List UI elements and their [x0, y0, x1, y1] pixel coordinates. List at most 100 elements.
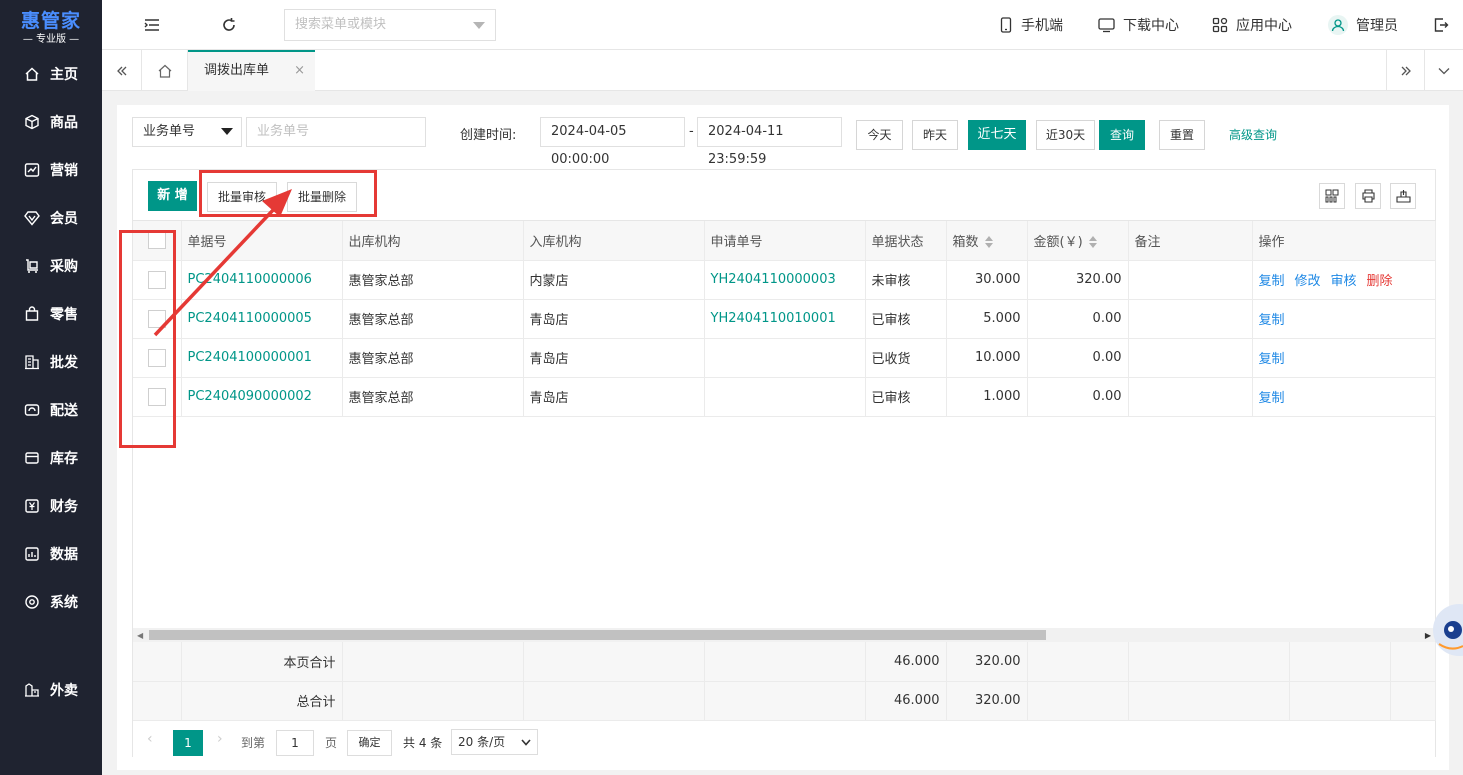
ops-cell: 复制 修改 审核 删除 — [1251, 260, 1436, 300]
sidebar-item-products[interactable]: 商品 — [0, 98, 102, 146]
chevron-down-icon — [473, 22, 485, 29]
page-total-row: 本页合计 46.000 320.00 — [133, 642, 1436, 682]
page-size-select[interactable]: 20 条/页 — [451, 729, 538, 755]
mobile-link[interactable]: 手机端 — [999, 0, 1063, 50]
last-30-days-button[interactable]: 近30天 — [1036, 120, 1095, 150]
header-boxes: 箱数 — [952, 234, 979, 250]
logo[interactable]: 惠管家 — 专业版 — — [0, 0, 102, 48]
sort-icon[interactable] — [984, 236, 993, 249]
columns-icon[interactable] — [1319, 183, 1345, 209]
tab-bar: 调拨出库单 × — [102, 50, 1463, 91]
monitor-icon — [1098, 18, 1115, 33]
export-icon[interactable] — [1390, 183, 1416, 209]
sidebar-item-label: 零售 — [50, 307, 78, 323]
phone-icon — [1000, 17, 1012, 33]
sidebar-item-members[interactable]: 会员 — [0, 194, 102, 242]
boxes-cell: 10.000 — [946, 338, 1028, 378]
table-row[interactable]: PC2404110000006 惠管家总部 内蒙店 YH240411000000… — [133, 260, 1436, 300]
grand-total-amount: 320.00 — [946, 681, 1028, 721]
date-to-input[interactable]: 2024-04-11 23:59:59 — [697, 117, 842, 167]
app-center-link[interactable]: 应用中心 — [1212, 0, 1292, 50]
apply-no-link[interactable]: YH2404110000003 — [704, 260, 866, 300]
sidebar-item-takeout[interactable]: 外卖 — [0, 666, 102, 714]
sort-icon[interactable] — [1088, 236, 1097, 249]
delete-link[interactable]: 删除 — [1367, 274, 1393, 289]
header-no[interactable]: 单据号 — [181, 221, 343, 261]
copy-link[interactable]: 复制 — [1259, 313, 1285, 328]
sidebar-item-finance[interactable]: 财务 — [0, 482, 102, 530]
apply-no-link[interactable] — [704, 338, 866, 378]
order-number-input[interactable]: 业务单号 — [246, 117, 426, 147]
sidebar-item-retail[interactable]: 零售 — [0, 290, 102, 338]
header-status[interactable]: 单据状态 — [865, 221, 947, 261]
header-boxes-cell[interactable]: 箱数 — [946, 221, 1028, 261]
header-remark[interactable]: 备注 — [1128, 221, 1253, 261]
order-no-link[interactable]: PC2404110000005 — [181, 299, 343, 339]
apply-no-link[interactable] — [704, 377, 866, 417]
reset-button[interactable]: 重置 — [1159, 120, 1205, 150]
copy-link[interactable]: 复制 — [1259, 274, 1285, 289]
table-row[interactable]: PC2404100000001 惠管家总部 青岛店 已收货 10.000 0.0… — [133, 338, 1436, 378]
download-center-link[interactable]: 下载中心 — [1098, 0, 1179, 50]
menu-search-select[interactable]: 搜索菜单或模块 — [284, 9, 496, 41]
chevron-down-icon — [221, 128, 233, 135]
amount-cell: 0.00 — [1027, 377, 1129, 417]
tab-transfer-out[interactable]: 调拨出库单 × — [188, 50, 315, 91]
next-page-icon[interactable]: › — [217, 731, 223, 747]
refresh-icon[interactable] — [219, 15, 239, 35]
order-no-link[interactable]: PC2404090000002 — [181, 377, 343, 417]
remark-cell — [1128, 299, 1253, 339]
sidebar-item-inventory[interactable]: 库存 — [0, 434, 102, 482]
scroll-left-icon[interactable]: ◀ — [137, 631, 143, 640]
header-amount-cell[interactable]: 金额(￥) — [1027, 221, 1129, 261]
header-apply-no[interactable]: 申请单号 — [704, 221, 866, 261]
tabs-scroll-left-icon[interactable] — [102, 50, 142, 91]
remark-cell — [1128, 338, 1253, 378]
copy-link[interactable]: 复制 — [1259, 352, 1285, 367]
edit-link[interactable]: 修改 — [1295, 274, 1321, 289]
copy-link[interactable]: 复制 — [1259, 391, 1285, 406]
advanced-query-link[interactable]: 高级查询 — [1229, 126, 1277, 143]
logout-icon[interactable] — [1432, 16, 1450, 34]
menu-collapse-icon[interactable] — [142, 15, 162, 35]
home-tab-icon[interactable] — [142, 50, 188, 91]
table-row[interactable]: PC2404090000002 惠管家总部 青岛店 已审核 1.000 0.00… — [133, 377, 1436, 417]
assistant-float-icon[interactable] — [1431, 600, 1463, 660]
page-number-input[interactable]: 1 — [276, 730, 314, 756]
horizontal-scrollbar[interactable]: ◀ ▶ — [133, 628, 1435, 642]
goto-confirm-button[interactable]: 确定 — [347, 730, 392, 756]
audit-link[interactable]: 审核 — [1331, 274, 1357, 289]
logo-title: 惠管家 — [20, 10, 81, 32]
tabs-dropdown-icon[interactable] — [1424, 50, 1463, 91]
sidebar-item-system[interactable]: 系统 — [0, 578, 102, 626]
order-no-link[interactable]: PC2404100000001 — [181, 338, 343, 378]
scroll-thumb[interactable] — [149, 630, 1046, 640]
today-button[interactable]: 今天 — [856, 120, 903, 150]
apply-no-link[interactable]: YH2404110010001 — [704, 299, 866, 339]
order-no-link[interactable]: PC2404110000006 — [181, 260, 343, 300]
date-from-input[interactable]: 2024-04-05 00:00:00 — [540, 117, 685, 167]
table-row[interactable]: PC2404110000005 惠管家总部 青岛店 YH240411001000… — [133, 299, 1436, 339]
last-7-days-button[interactable]: 近七天 — [968, 120, 1026, 150]
sidebar-item-data[interactable]: 数据 — [0, 530, 102, 578]
search-type-select[interactable]: 业务单号 — [132, 117, 242, 147]
tabs-scroll-right-icon[interactable] — [1386, 50, 1424, 91]
query-button[interactable]: 查询 — [1099, 120, 1145, 150]
close-icon[interactable]: × — [294, 52, 305, 90]
yesterday-button[interactable]: 昨天 — [912, 120, 958, 150]
header-in-org[interactable]: 入库机构 — [523, 221, 705, 261]
page-1-button[interactable]: 1 — [173, 730, 203, 756]
data-table: 单据号 出库机构 入库机构 申请单号 单据状态 箱数 金额(￥) 备注 操作 P… — [133, 221, 1436, 417]
print-icon[interactable] — [1355, 183, 1381, 209]
header-out-org[interactable]: 出库机构 — [342, 221, 524, 261]
sidebar-item-purchase[interactable]: 采购 — [0, 242, 102, 290]
sidebar-item-label: 营销 — [50, 163, 78, 179]
user-menu[interactable]: 管理员 — [1328, 0, 1398, 50]
sidebar-item-marketing[interactable]: 营销 — [0, 146, 102, 194]
goto-label: 到第 — [241, 736, 266, 750]
add-button[interactable]: 新 增 — [148, 181, 197, 211]
sidebar-item-delivery[interactable]: 配送 — [0, 386, 102, 434]
sidebar-item-wholesale[interactable]: 批发 — [0, 338, 102, 386]
prev-page-icon[interactable]: ‹ — [147, 731, 153, 747]
sidebar-item-home[interactable]: 主页 — [0, 50, 102, 98]
